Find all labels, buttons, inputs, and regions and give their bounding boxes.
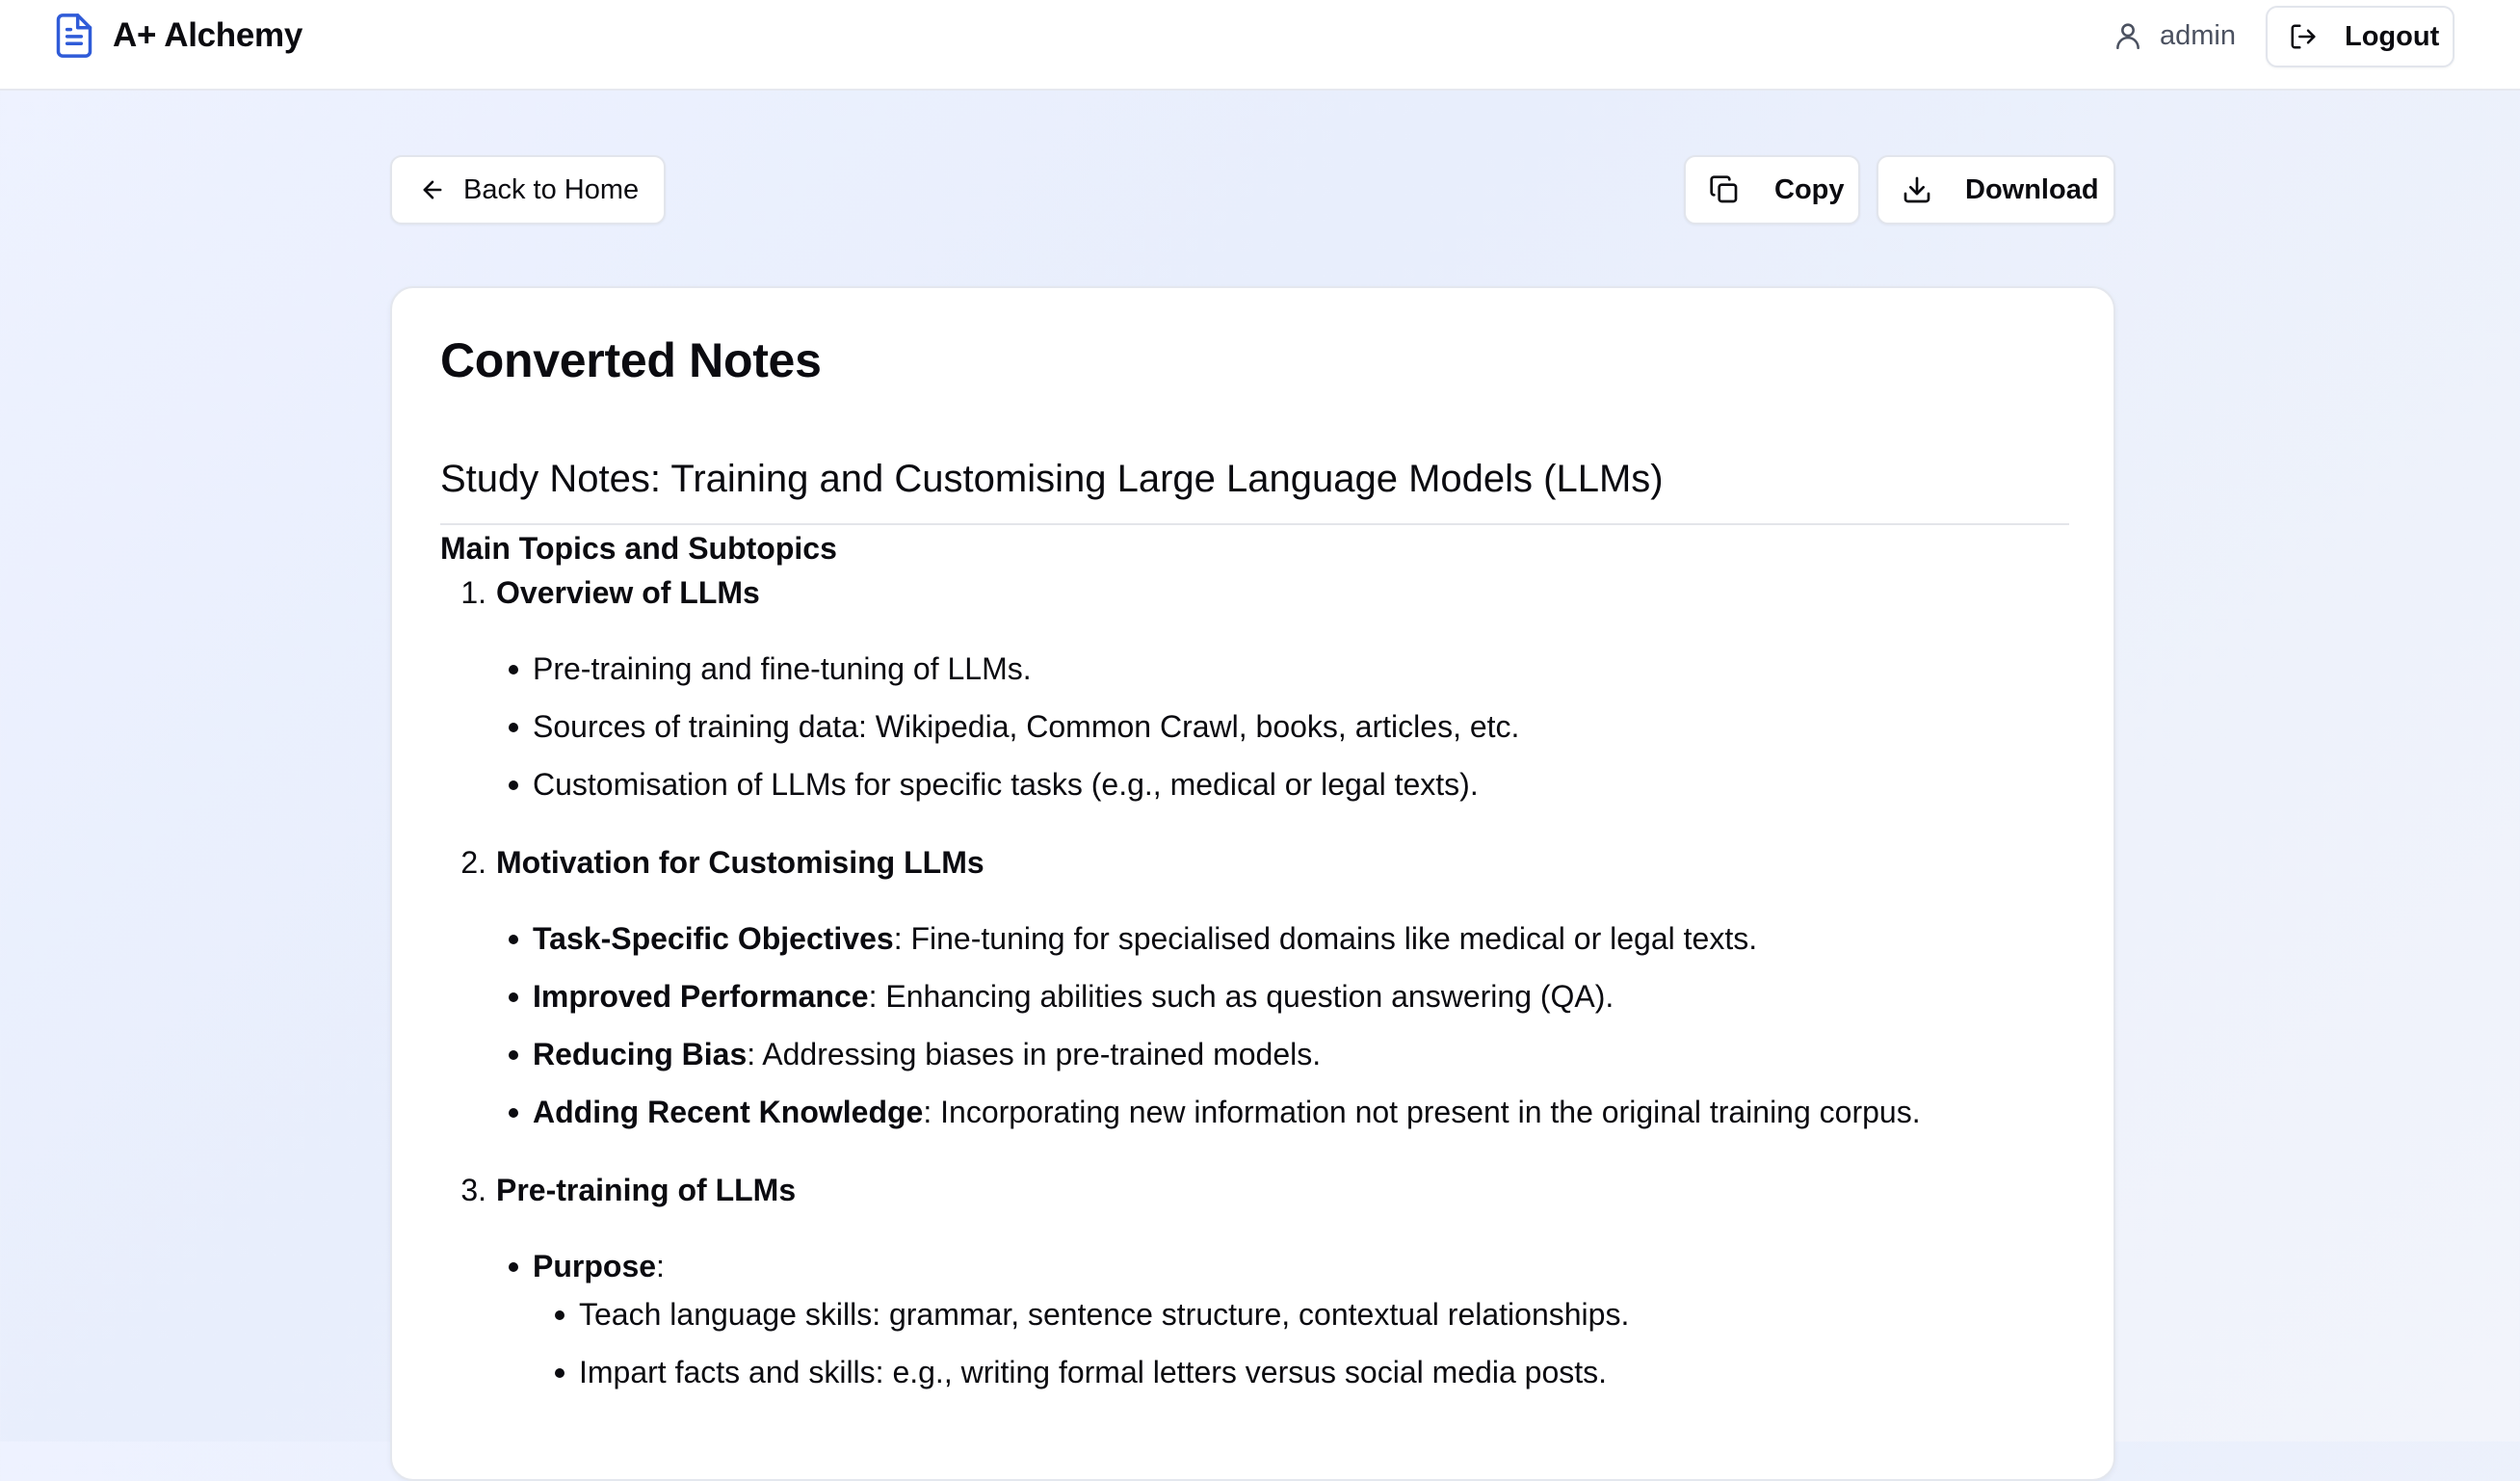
topic-number: 1. bbox=[460, 575, 486, 610]
topic-list: 1. Overview of LLMs Pre-training and fin… bbox=[440, 569, 2069, 1392]
arrow-left-icon bbox=[419, 176, 446, 203]
converted-notes-card: Converted Notes Study Notes: Training an… bbox=[390, 286, 2115, 1481]
topic-heading: 2. Motivation for Customising LLMs bbox=[440, 839, 2069, 886]
sub-bullet-list: Teach language skills: grammar, sentence… bbox=[533, 1294, 2069, 1392]
username: admin bbox=[2160, 19, 2236, 51]
download-button[interactable]: Download bbox=[1877, 155, 2115, 225]
bullet-list: Pre-training and fine-tuning of LLMs. So… bbox=[440, 648, 2069, 805]
topic-item: 1. Overview of LLMs Pre-training and fin… bbox=[440, 569, 2069, 805]
copy-label: Copy bbox=[1774, 173, 1845, 205]
user-icon bbox=[2112, 19, 2144, 52]
list-item: Teach language skills: grammar, sentence… bbox=[533, 1294, 2069, 1335]
brand[interactable]: A+ Alchemy bbox=[53, 12, 302, 60]
topic-title: Motivation for Customising LLMs bbox=[496, 845, 984, 880]
top-navbar: A+ Alchemy admin Logout bbox=[0, 0, 2520, 91]
list-item: Customisation of LLMs for specific tasks… bbox=[440, 764, 2069, 805]
list-item: Task-Specific Objectives: Fine-tuning fo… bbox=[440, 918, 2069, 959]
document-title: Study Notes: Training and Customising La… bbox=[440, 456, 2069, 525]
bullet-list: Purpose: Teach language skills: grammar,… bbox=[440, 1246, 2069, 1392]
list-item: Purpose: Teach language skills: grammar,… bbox=[440, 1246, 2069, 1392]
copy-button[interactable]: Copy bbox=[1684, 155, 1860, 225]
section-heading: Main Topics and Subtopics bbox=[440, 531, 837, 566]
topic-item: 2. Motivation for Customising LLMs Task-… bbox=[440, 839, 2069, 1132]
current-user: admin bbox=[2112, 12, 2236, 60]
topic-item: 3. Pre-training of LLMs Purpose: Teach l… bbox=[440, 1167, 2069, 1392]
copy-icon bbox=[1709, 174, 1740, 205]
bullet-list: Task-Specific Objectives: Fine-tuning fo… bbox=[440, 918, 2069, 1132]
topic-number: 3. bbox=[460, 1173, 486, 1207]
topic-title: Pre-training of LLMs bbox=[496, 1173, 797, 1207]
card-title: Converted Notes bbox=[440, 333, 822, 387]
app-name: A+ Alchemy bbox=[113, 16, 303, 54]
list-item: Impart facts and skills: e.g., writing f… bbox=[533, 1352, 2069, 1392]
logout-button[interactable]: Logout bbox=[2266, 6, 2454, 67]
list-item: Adding Recent Knowledge: Incorporating n… bbox=[440, 1092, 2069, 1132]
logout-icon bbox=[2289, 22, 2318, 51]
list-item: Sources of training data: Wikipedia, Com… bbox=[440, 706, 2069, 747]
topic-number: 2. bbox=[460, 845, 486, 880]
list-item: Reducing Bias: Addressing biases in pre-… bbox=[440, 1034, 2069, 1074]
topic-heading: 3. Pre-training of LLMs bbox=[440, 1167, 2069, 1213]
list-item: Pre-training and fine-tuning of LLMs. bbox=[440, 648, 2069, 689]
card-content: Converted Notes Study Notes: Training an… bbox=[440, 336, 2069, 1427]
list-item: Improved Performance: Enhancing abilitie… bbox=[440, 976, 2069, 1017]
back-to-home-button[interactable]: Back to Home bbox=[390, 155, 666, 225]
document-icon bbox=[53, 13, 95, 59]
download-icon bbox=[1902, 174, 1932, 205]
logout-label: Logout bbox=[2345, 20, 2440, 52]
topic-heading: 1. Overview of LLMs bbox=[440, 569, 2069, 616]
back-label: Back to Home bbox=[463, 173, 640, 205]
download-label: Download bbox=[1965, 173, 2099, 205]
topic-title: Overview of LLMs bbox=[496, 575, 760, 610]
